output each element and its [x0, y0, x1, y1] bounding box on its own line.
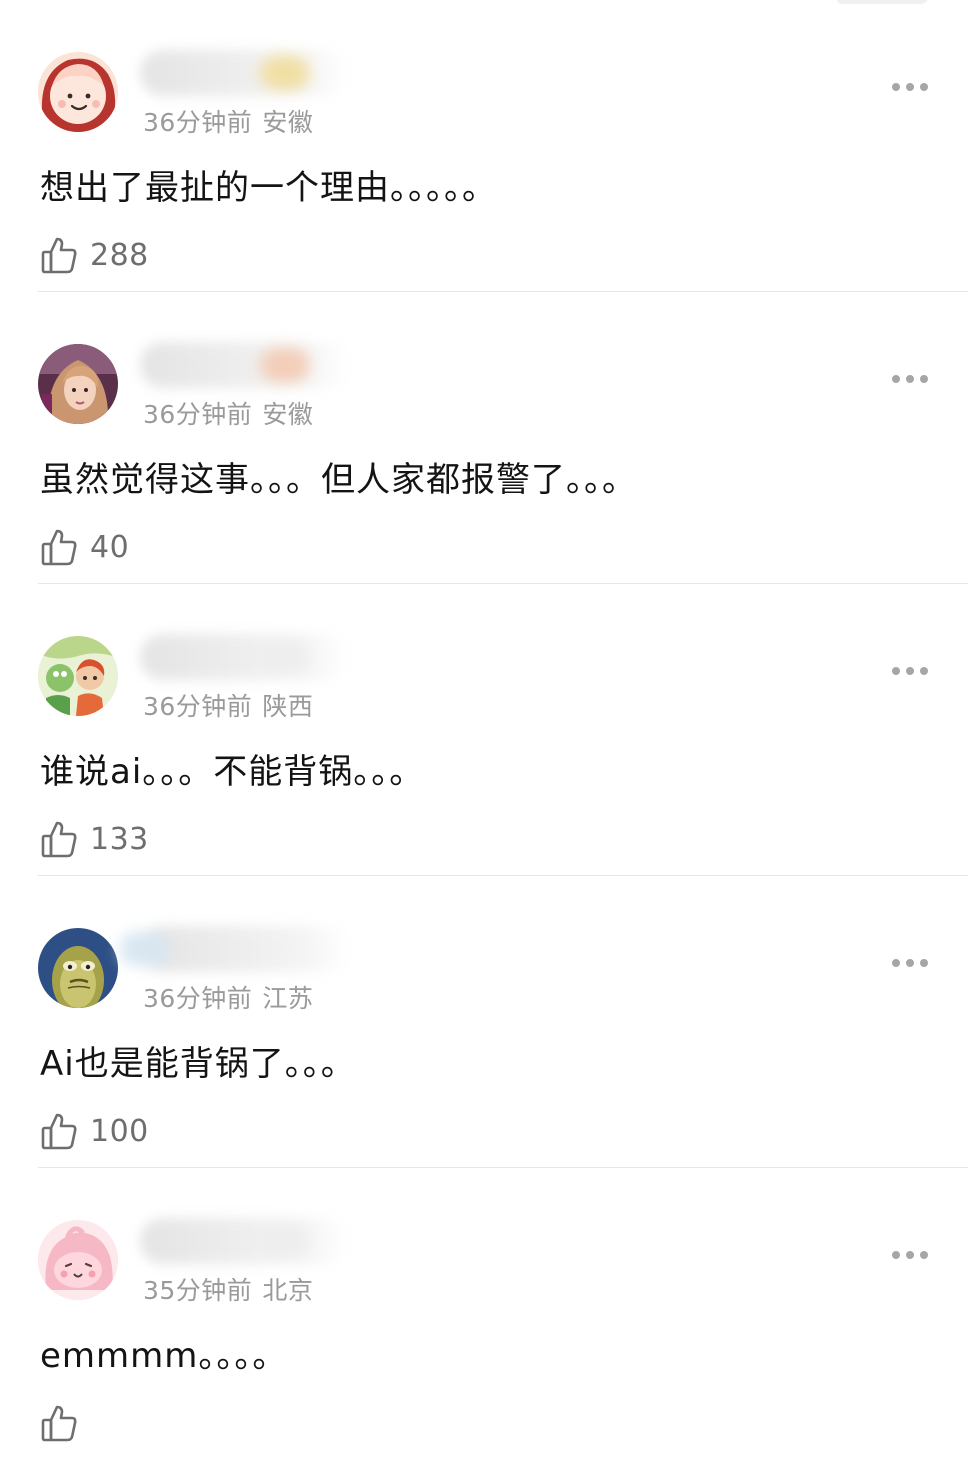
comment-meta: 36分钟前 安徽: [143, 103, 313, 139]
username-blurred[interactable]: [120, 926, 350, 972]
more-options-icon[interactable]: [892, 958, 928, 968]
more-options-icon[interactable]: [892, 374, 928, 384]
comment-text: 想出了最扯的一个理由。。。。。: [40, 168, 497, 208]
girl-photo-avatar-icon[interactable]: [38, 344, 118, 424]
comment-meta: 36分钟前 陕西: [143, 687, 313, 723]
thumbs-up-icon: [41, 821, 77, 858]
like-button[interactable]: 288: [40, 232, 149, 278]
comment-time: 35分钟前: [143, 1276, 253, 1305]
username-blurred[interactable]: [140, 50, 350, 96]
comment-location: 江苏: [262, 984, 314, 1013]
comment-text: emmmm。。。。: [40, 1336, 288, 1376]
comment-text: 虽然觉得这事。。。但人家都报警了。。。: [40, 460, 637, 500]
comment-item: 36分钟前 安徽 虽然觉得这事。。。但人家都报警了。。。 40: [0, 292, 968, 584]
thumbs-up-icon: [41, 1405, 77, 1442]
like-count: 288: [90, 237, 149, 273]
comment-time: 36分钟前: [143, 984, 253, 1013]
comment-item: 36分钟前 安徽 想出了最扯的一个理由。。。。。 288: [0, 0, 968, 292]
comment-item: 36分钟前 江苏 Ai也是能背锅了。。。 100: [0, 876, 968, 1168]
like-count: 100: [90, 1113, 149, 1149]
comment-time: 36分钟前: [143, 108, 253, 137]
like-count: 133: [90, 821, 149, 857]
comment-location: 安徽: [262, 108, 314, 137]
comment-location: 安徽: [262, 400, 314, 429]
more-options-icon[interactable]: [892, 666, 928, 676]
cartoon-fish-avatar-icon[interactable]: [38, 928, 118, 1008]
cartoon-baby-face-icon[interactable]: [38, 52, 118, 132]
comment-time: 36分钟前: [143, 692, 253, 721]
like-button[interactable]: [40, 1400, 90, 1446]
thumbs-up-icon: [41, 237, 77, 274]
cartoon-kids-avatar-icon[interactable]: [38, 636, 118, 716]
pink-blob-avatar-icon[interactable]: [38, 1220, 118, 1300]
username-blurred[interactable]: [140, 634, 350, 680]
more-options-icon[interactable]: [892, 82, 928, 92]
comment-meta: 36分钟前 江苏: [143, 979, 313, 1015]
username-blurred[interactable]: [140, 342, 350, 388]
like-button[interactable]: 100: [40, 1108, 149, 1154]
comment-meta: 35分钟前 北京: [143, 1271, 313, 1307]
thumbs-up-icon: [41, 1113, 77, 1150]
comment-location: 北京: [262, 1276, 314, 1305]
like-button[interactable]: 133: [40, 816, 149, 862]
comment-item: 36分钟前 陕西 谁说ai。。。不能背锅。。。 133: [0, 584, 968, 876]
thumbs-up-icon: [41, 529, 77, 566]
comment-text: Ai也是能背锅了。。。: [40, 1044, 356, 1084]
comment-item: 35分钟前 北京 emmmm。。。。: [0, 1168, 968, 1460]
comment-meta: 36分钟前 安徽: [143, 395, 313, 431]
like-count: 40: [90, 529, 130, 565]
comment-location: 陕西: [262, 692, 314, 721]
more-options-icon[interactable]: [892, 1250, 928, 1260]
comment-text: 谁说ai。。。不能背锅。。。: [40, 752, 425, 792]
comment-time: 36分钟前: [143, 400, 253, 429]
username-blurred[interactable]: [140, 1218, 350, 1264]
like-button[interactable]: 40: [40, 524, 129, 570]
